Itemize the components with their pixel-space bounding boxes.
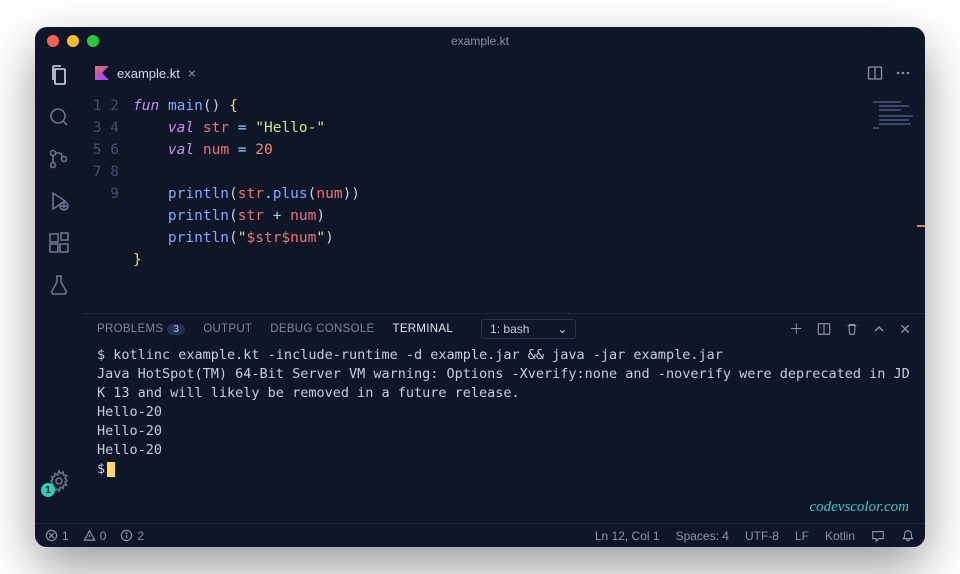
tab-problems[interactable]: PROBLEMS3	[97, 323, 185, 335]
vscode-window: example.kt	[35, 27, 925, 547]
code-area[interactable]: fun main() { val str = "Hello-" val num …	[133, 95, 865, 313]
notifications-icon[interactable]	[901, 529, 915, 543]
bottom-panel: PROBLEMS3 OUTPUT DEBUG CONSOLE TERMINAL …	[83, 313, 925, 523]
split-editor-icon[interactable]	[867, 65, 883, 81]
chevron-down-icon: ⌄	[557, 322, 567, 336]
settings-badge: 1	[41, 483, 55, 497]
split-terminal-icon[interactable]	[817, 322, 831, 336]
tab-terminal[interactable]: TERMINAL	[393, 323, 454, 335]
close-tab-icon[interactable]: ×	[188, 65, 196, 81]
close-window-button[interactable]	[47, 35, 59, 47]
status-errors[interactable]: 1	[45, 529, 69, 543]
panel-tabs: PROBLEMS3 OUTPUT DEBUG CONSOLE TERMINAL …	[83, 314, 925, 344]
feedback-icon[interactable]	[871, 529, 885, 543]
kill-terminal-icon[interactable]	[845, 322, 859, 336]
settings-icon[interactable]: 1	[47, 469, 71, 493]
more-actions-icon[interactable]	[895, 65, 911, 81]
minimize-window-button[interactable]	[67, 35, 79, 47]
activity-bar: 1	[35, 55, 83, 523]
maximize-panel-icon[interactable]	[873, 323, 885, 335]
editor-column: example.kt × 1 2 3 4 5 6 7 8 9 fun main(…	[83, 55, 925, 523]
kotlin-file-icon	[95, 66, 109, 80]
line-gutter: 1 2 3 4 5 6 7 8 9	[83, 95, 133, 313]
status-language[interactable]: Kotlin	[825, 529, 855, 543]
status-bar: 1 0 2 Ln 12, Col 1 Spaces: 4 UTF-8 LF Ko…	[35, 523, 925, 547]
status-encoding[interactable]: UTF-8	[745, 529, 779, 543]
editor-tab[interactable]: example.kt ×	[83, 55, 208, 91]
editor-tabbar: example.kt ×	[83, 55, 925, 91]
status-info[interactable]: 2	[120, 529, 144, 543]
window-controls	[47, 35, 99, 47]
debug-icon[interactable]	[47, 189, 71, 213]
terminal-cursor	[107, 462, 115, 477]
tab-output[interactable]: OUTPUT	[203, 323, 252, 335]
search-icon[interactable]	[47, 105, 71, 129]
tab-filename: example.kt	[117, 66, 180, 81]
new-terminal-icon[interactable]: ＋	[789, 319, 803, 339]
terminal-output[interactable]: $ kotlinc example.kt -include-runtime -d…	[83, 344, 925, 523]
close-panel-icon[interactable]: ✕	[899, 321, 911, 338]
maximize-window-button[interactable]	[87, 35, 99, 47]
minimap[interactable]	[865, 95, 925, 313]
titlebar: example.kt	[35, 27, 925, 55]
extensions-icon[interactable]	[47, 231, 71, 255]
status-indentation[interactable]: Spaces: 4	[676, 529, 729, 543]
editor[interactable]: 1 2 3 4 5 6 7 8 9 fun main() { val str =…	[83, 91, 925, 313]
source-control-icon[interactable]	[47, 147, 71, 171]
status-warnings[interactable]: 0	[83, 529, 107, 543]
status-cursor-position[interactable]: Ln 12, Col 1	[595, 529, 660, 543]
window-title: example.kt	[35, 34, 925, 48]
tab-debug-console[interactable]: DEBUG CONSOLE	[270, 323, 374, 335]
watermark: codevscolor.com	[809, 498, 909, 517]
explorer-icon[interactable]	[47, 63, 71, 87]
testing-icon[interactable]	[47, 273, 71, 297]
status-eol[interactable]: LF	[795, 529, 809, 543]
terminal-selector[interactable]: 1: bash ⌄	[481, 319, 576, 339]
main-layout: 1 example.kt ×	[35, 55, 925, 523]
